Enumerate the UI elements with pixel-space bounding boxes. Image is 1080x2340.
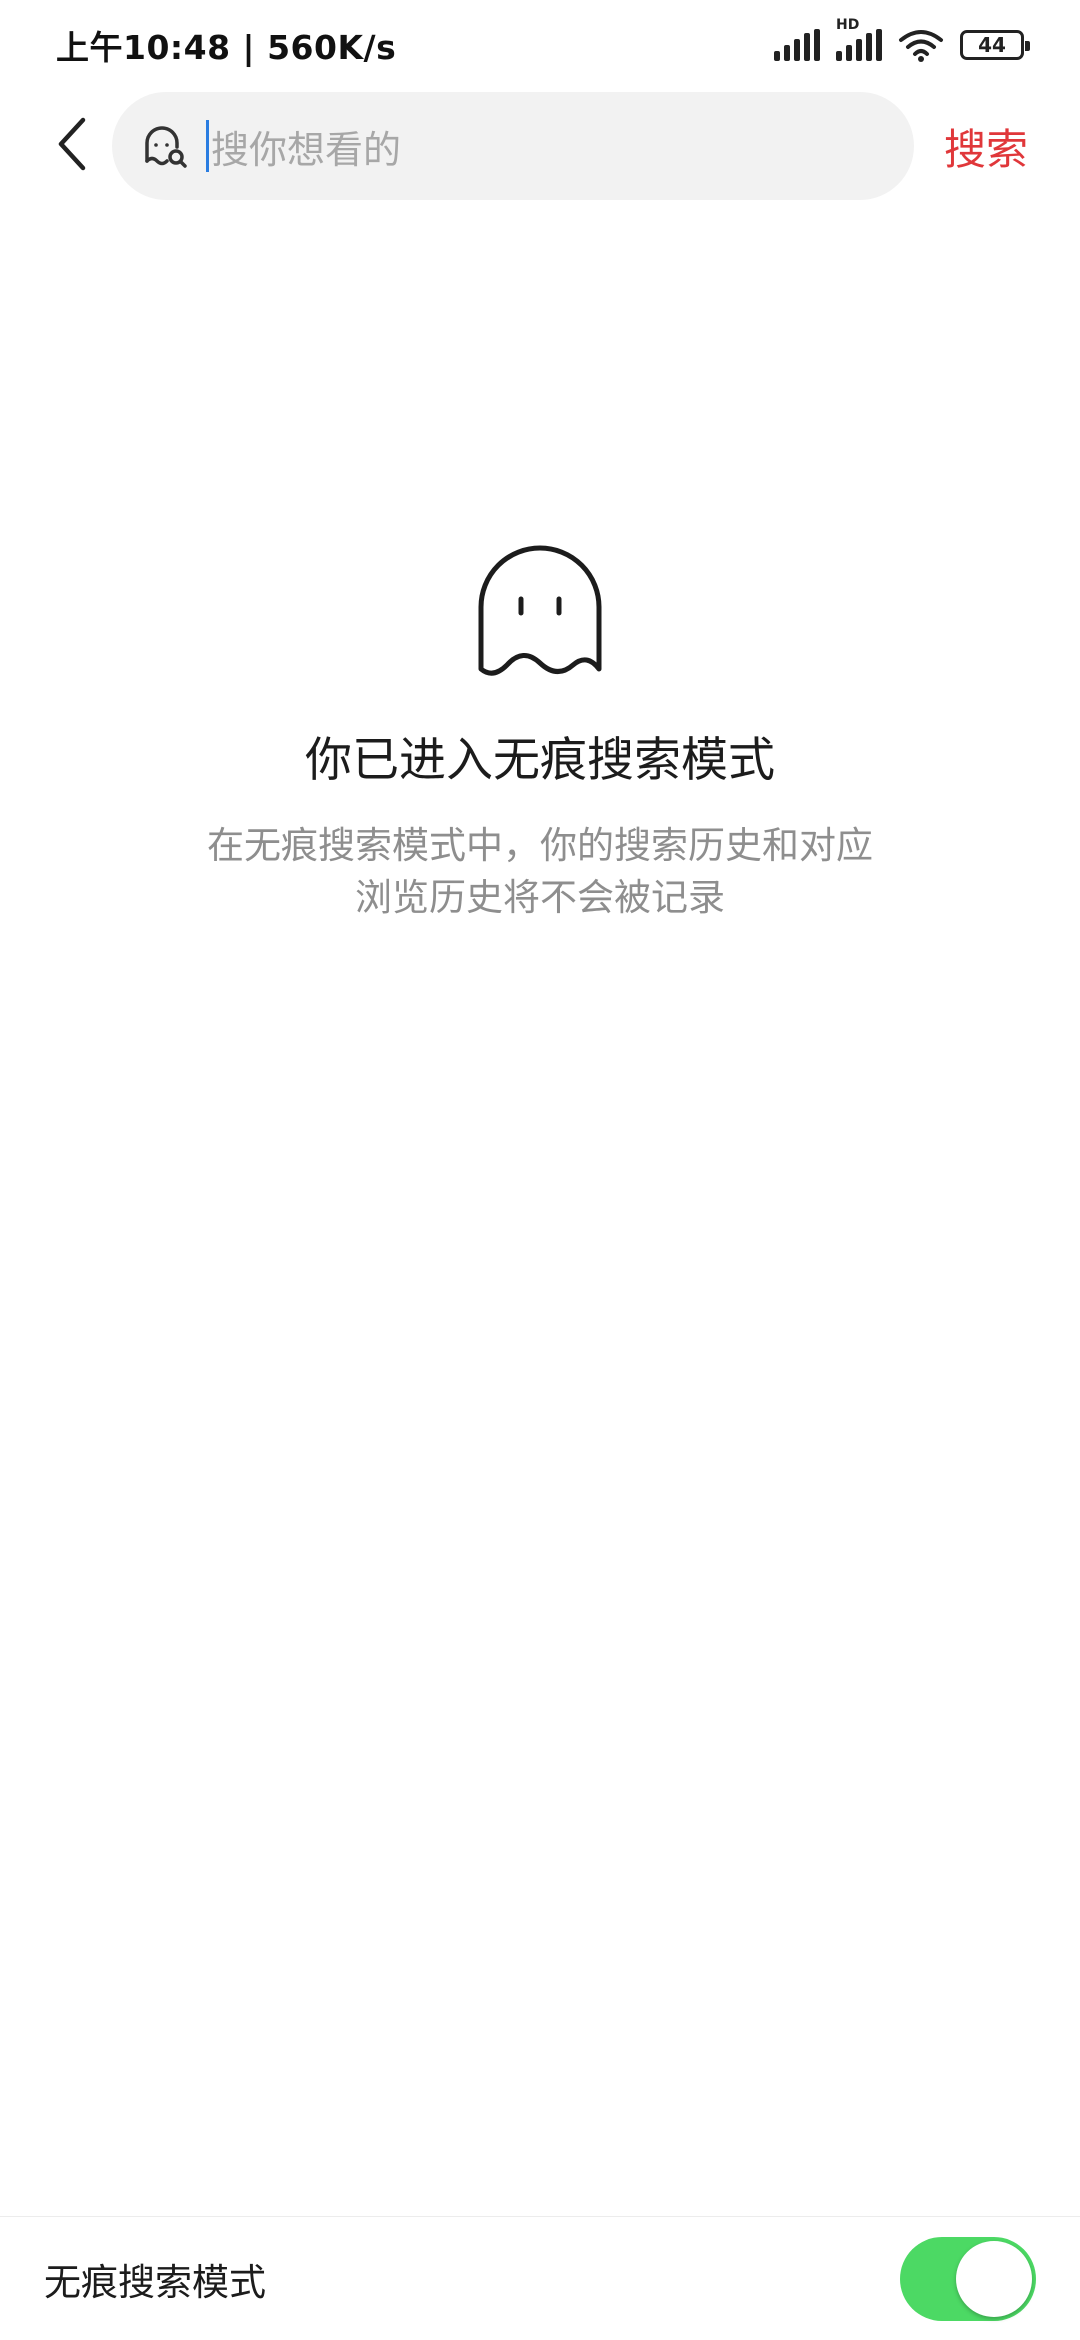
search-header: 搜你想看的 搜索 bbox=[0, 92, 1080, 202]
signal-icon bbox=[774, 29, 820, 61]
toggle-knob[interactable] bbox=[956, 2240, 1032, 2317]
back-button[interactable] bbox=[40, 112, 104, 176]
ghost-search-icon bbox=[142, 123, 188, 169]
empty-state-description: 在无痕搜索模式中，你的搜索历史和对应 浏览历史将不会被记录 bbox=[207, 820, 873, 924]
search-input[interactable]: 搜你想看的 bbox=[112, 92, 914, 200]
signal-hd-icon: HD bbox=[836, 17, 882, 61]
chevron-left-icon bbox=[58, 117, 86, 171]
status-bar: 上午10:48 | 560K/s HD 44 bbox=[0, 0, 1080, 90]
incognito-mode-toggle[interactable] bbox=[900, 2236, 1036, 2321]
description-line-2: 浏览历史将不会被记录 bbox=[355, 876, 725, 919]
ghost-icon bbox=[478, 545, 602, 676]
status-icons: HD 44 bbox=[774, 17, 1030, 62]
battery-level: 44 bbox=[978, 33, 1006, 57]
search-button[interactable]: 搜索 bbox=[944, 92, 1028, 200]
wifi-icon bbox=[899, 30, 943, 62]
description-line-1: 在无痕搜索模式中，你的搜索历史和对应 bbox=[207, 824, 873, 867]
hd-label: HD bbox=[836, 17, 860, 33]
incognito-empty-state: 你已进入无痕搜索模式 在无痕搜索模式中，你的搜索历史和对应 浏览历史将不会被记录 bbox=[0, 545, 1080, 924]
incognito-toggle-bar: 无痕搜索模式 bbox=[0, 2216, 1080, 2340]
incognito-mode-label: 无痕搜索模式 bbox=[44, 2260, 266, 2304]
empty-state-title: 你已进入无痕搜索模式 bbox=[305, 733, 775, 788]
search-placeholder: 搜你想看的 bbox=[211, 127, 402, 172]
status-time-speed: 上午10:48 | 560K/s bbox=[56, 28, 397, 67]
battery-icon: 44 bbox=[960, 30, 1030, 60]
text-caret bbox=[206, 120, 209, 172]
